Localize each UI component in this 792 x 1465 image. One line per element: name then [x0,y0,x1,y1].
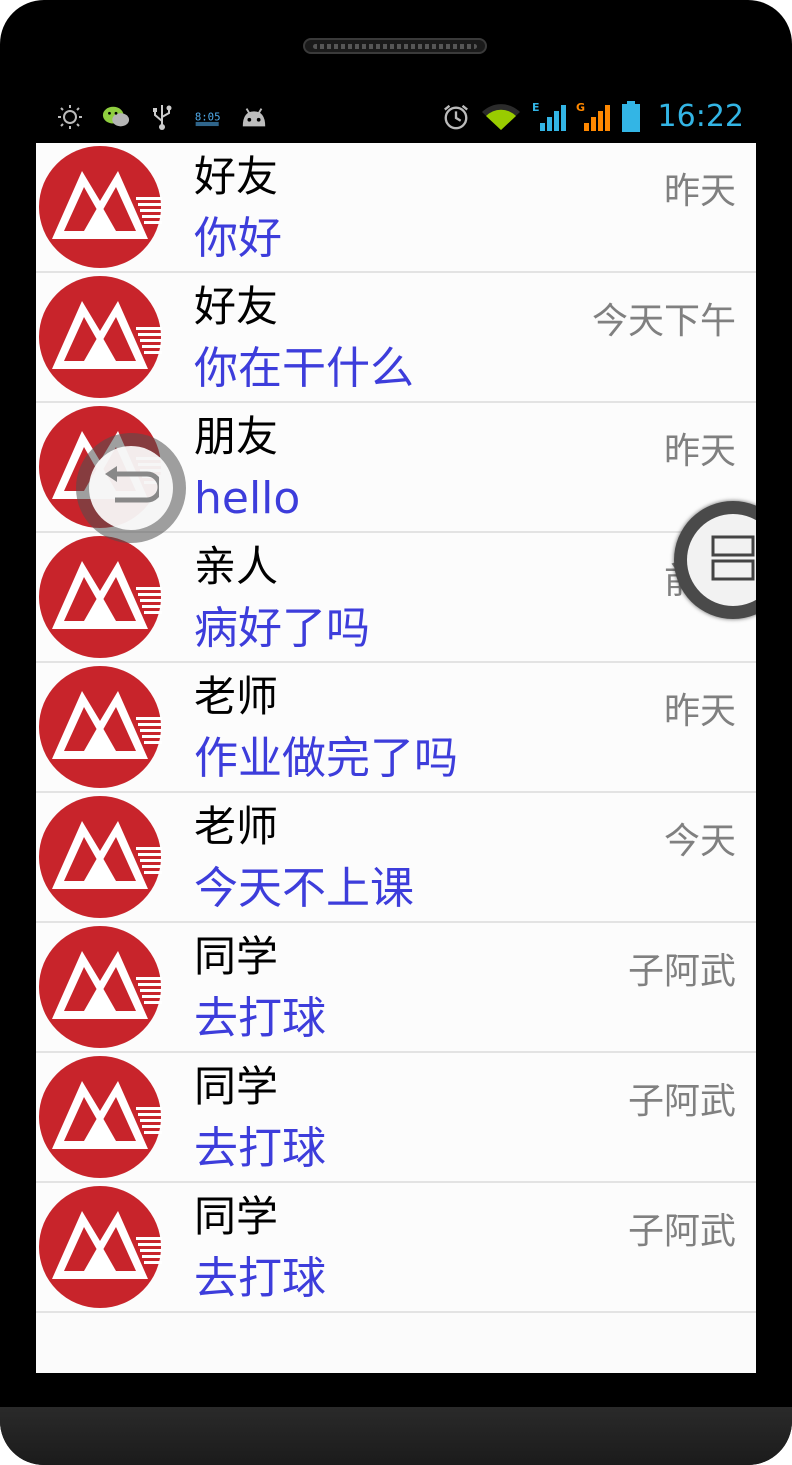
avatar [38,665,162,789]
clock-widget-icon: 8:05 [194,103,222,131]
wifi-icon [480,103,522,131]
message-time: 昨天 [663,431,736,472]
floating-back-button[interactable] [76,433,186,543]
status-clock: 16:22 [657,99,744,134]
bottom-bezel [0,1407,792,1465]
avatar [38,795,162,919]
last-message: 去打球 [194,1123,326,1174]
message-time: 今天 [663,821,736,862]
contact-name: 好友 [194,282,279,331]
recent-apps-icon [711,535,755,585]
conversation-item[interactable]: 同学 去打球 子阿武 [36,923,756,1053]
avatar [38,925,162,1049]
message-time: 子阿武 [627,951,736,992]
message-time: 子阿武 [627,1081,736,1122]
signal-e-icon: E [532,101,566,131]
speaker-grille [303,38,487,54]
avatar [38,275,162,399]
android-icon [240,103,268,131]
last-message: 作业做完了吗 [194,733,458,784]
message-time: 昨天 [663,691,736,732]
conversation-item[interactable]: 亲人 病好了吗 前天 [36,533,756,663]
message-time: 昨天 [663,171,736,212]
contact-name: 同学 [194,1192,279,1241]
widget-time: 8:05 [195,110,221,123]
brightness-icon [56,103,84,131]
last-message: 去打球 [194,993,326,1044]
contact-name: 同学 [194,1062,279,1111]
avatar [38,1185,162,1309]
contact-name: 朋友 [194,412,279,461]
contact-name: 老师 [194,672,279,721]
usb-icon [148,103,176,131]
avatar [38,1055,162,1179]
signal-g-label: G [576,101,585,114]
last-message: 去打球 [194,1253,326,1304]
last-message: 今天不上课 [194,863,414,914]
avatar [38,535,162,659]
conversation-item[interactable]: 同学 去打球 子阿武 [36,1183,756,1313]
last-message: 你在干什么 [194,343,414,394]
last-message: hello [194,473,301,524]
avatar [38,145,162,269]
conversation-item[interactable]: 同学 去打球 子阿武 [36,1053,756,1183]
contact-name: 亲人 [194,542,279,591]
conversation-item[interactable]: 老师 作业做完了吗 昨天 [36,663,756,793]
last-message: 你好 [194,213,282,264]
contact-name: 同学 [194,932,279,981]
alarm-icon [442,103,470,131]
conversation-list[interactable]: 好友 你好 昨天 好友 你在干什么 今天下午 朋友 hello 昨天 亲人 病好… [36,143,756,1373]
signal-g-icon: G [576,101,610,131]
battery-icon [620,100,642,132]
signal-e-label: E [532,101,540,114]
message-time: 今天下午 [591,301,736,342]
wechat-icon [102,103,130,131]
conversation-item[interactable]: 老师 今天不上课 今天 [36,793,756,923]
conversation-item[interactable]: 好友 你好 昨天 [36,143,756,273]
last-message: 病好了吗 [194,603,370,654]
status-bar: 8:05 E G 16:22 [36,95,756,143]
back-icon [103,466,163,510]
phone-frame: 8:05 E G 16:22 好友 你好 昨天 好友 你在干什么 今天下午 朋友… [0,0,792,1465]
contact-name: 好友 [194,152,279,201]
message-time: 子阿武 [627,1211,736,1252]
conversation-item[interactable]: 好友 你在干什么 今天下午 [36,273,756,403]
contact-name: 老师 [194,802,279,851]
